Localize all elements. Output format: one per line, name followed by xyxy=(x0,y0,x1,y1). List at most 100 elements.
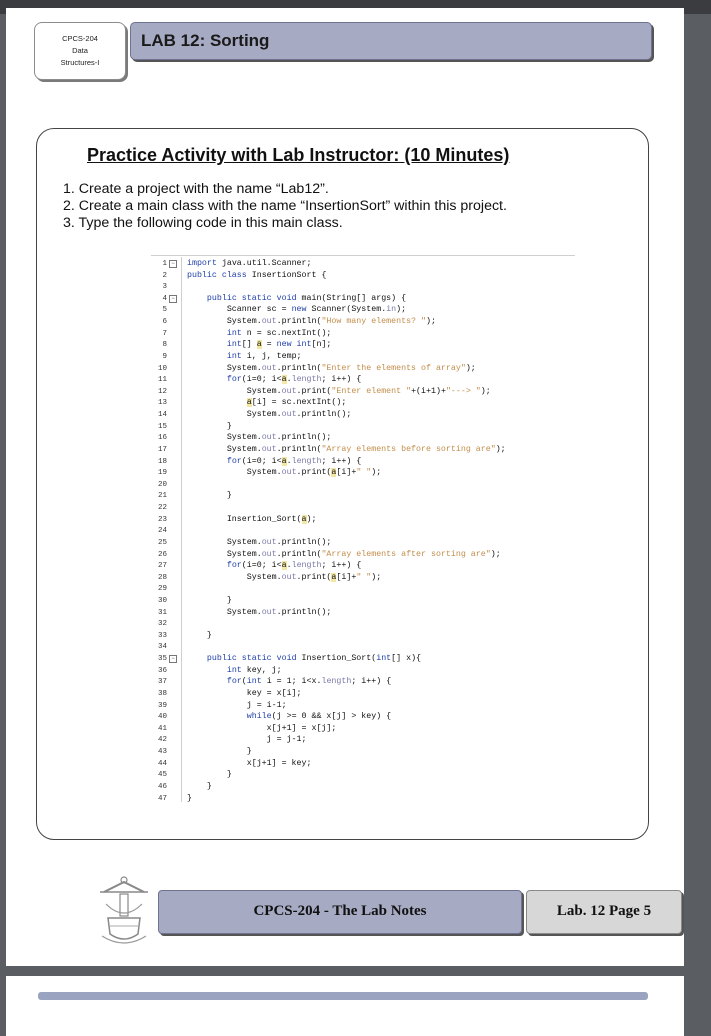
next-page-preview xyxy=(6,976,684,1036)
line-number: 43 xyxy=(157,748,167,757)
code-line: 28 System.out.print(a[i]+" "); xyxy=(151,572,575,584)
code-line: 46 } xyxy=(151,781,575,793)
code-text: System.out.print(a[i]+" "); xyxy=(187,572,382,582)
code-line: 39 j = i-1; xyxy=(151,700,575,712)
line-number: 18 xyxy=(157,457,167,466)
line-number: 3 xyxy=(162,283,167,292)
code-text: System.out.println(); xyxy=(187,537,332,547)
line-number: 45 xyxy=(157,771,167,780)
code-line: 36 int key, j; xyxy=(151,665,575,677)
code-text: j = j-1; xyxy=(187,735,307,745)
line-number: 26 xyxy=(157,550,167,559)
code-line: 5 Scanner sc = new Scanner(System.in); xyxy=(151,304,575,316)
code-line: 11 for(i=0; i<a.length; i++) { xyxy=(151,374,575,386)
code-line: 10 System.out.println("Enter the element… xyxy=(151,363,575,375)
code-text: System.out.print("Enter element "+(i+1)+… xyxy=(187,386,491,396)
line-number: 27 xyxy=(157,562,167,571)
line-number: 6 xyxy=(162,318,167,327)
code-line: 17 System.out.println("Array elements be… xyxy=(151,444,575,456)
code-text: } xyxy=(187,491,232,501)
code-line: 45 } xyxy=(151,769,575,781)
line-number: 9 xyxy=(162,352,167,361)
instruction-step: 2. Create a main class with the name “In… xyxy=(63,198,507,214)
code-line: 19 System.out.print(a[i]+" "); xyxy=(151,467,575,479)
footer-page-number: Lab. 12 Page 5 xyxy=(556,903,652,919)
code-text: System.out.println(); xyxy=(187,433,332,443)
code-text: while(j >= 0 && x[j] > key) { xyxy=(246,712,392,722)
code-top-border xyxy=(151,255,575,256)
line-number: 4 xyxy=(162,294,167,303)
code-line: 31 System.out.println(); xyxy=(151,607,575,619)
code-text: import java.util.Scanner; xyxy=(187,259,312,268)
code-line: 25 System.out.println(); xyxy=(151,537,575,549)
code-line: 20 xyxy=(151,479,575,491)
code-line: 24 xyxy=(151,525,575,537)
code-line: 6 System.out.println("How many elements?… xyxy=(151,316,575,328)
code-line: 3 xyxy=(151,281,575,293)
code-line: 47} xyxy=(151,793,575,805)
line-number: 1 xyxy=(162,260,167,268)
footer-notes-banner: CPCS-204 - The Lab Notes xyxy=(158,890,522,934)
code-text: } xyxy=(187,747,252,757)
code-text: int i, j, temp; xyxy=(226,351,302,361)
line-number: 2 xyxy=(162,271,167,280)
university-logo-icon xyxy=(100,876,148,944)
code-line: 12 System.out.print("Enter element "+(i+… xyxy=(151,386,575,398)
code-line: 1− import java.util.Scanner; xyxy=(151,258,575,270)
line-number: 35 xyxy=(157,655,167,664)
code-line: 15 } xyxy=(151,421,575,433)
line-number: 42 xyxy=(157,736,167,745)
line-number: 40 xyxy=(157,713,167,722)
line-number: 10 xyxy=(157,364,167,373)
fold-toggle-icon: − xyxy=(169,294,177,303)
line-number: 8 xyxy=(162,341,167,350)
code-line: 26 System.out.println("Array elements af… xyxy=(151,549,575,561)
code-line: 34 xyxy=(151,641,575,653)
line-number: 41 xyxy=(157,724,167,733)
line-number: 17 xyxy=(157,445,167,454)
instruction-step: 3. Type the following code in this main … xyxy=(63,215,343,231)
line-number: 32 xyxy=(157,620,167,629)
code-line: 43 } xyxy=(151,746,575,758)
line-number: 33 xyxy=(157,631,167,640)
course-code-line: CPCS-204 xyxy=(62,34,98,43)
code-text: int[] a = new int[n]; xyxy=(226,340,332,350)
instruction-step: 1. Create a project with the name “Lab12… xyxy=(63,181,329,197)
code-line: 42 j = j-1; xyxy=(151,734,575,746)
code-line: 40 while(j >= 0 && x[j] > key) { xyxy=(151,711,575,723)
code-line: 22 xyxy=(151,502,575,514)
code-text: } xyxy=(187,595,232,605)
code-text: int n = sc.nextInt(); xyxy=(226,328,332,338)
document-page: CPCS-204 Data Structures-I LAB 12: Sorti… xyxy=(6,8,684,966)
code-text: for(i=0; i<a.length; i++) { xyxy=(226,561,362,571)
code-text: for(i=0; i<a.length; i++) { xyxy=(226,456,362,466)
code-line: 4− public static void main(String[] args… xyxy=(151,293,575,305)
code-line: 8 int[] a = new int[n]; xyxy=(151,339,575,351)
code-text: } xyxy=(187,781,212,791)
code-text: System.out.print(a[i]+" "); xyxy=(187,468,382,478)
code-text: System.out.println("Array elements befor… xyxy=(187,444,506,454)
code-text: a[i] = sc.nextInt(); xyxy=(246,398,347,408)
line-number: 29 xyxy=(157,585,167,594)
code-text: public static void Insertion_Sort(int[] … xyxy=(206,654,422,664)
code-line: 27 for(i=0; i<a.length; i++) { xyxy=(151,560,575,572)
code-line: 44 x[j+1] = key; xyxy=(151,758,575,770)
code-line: 33 } xyxy=(151,630,575,642)
fold-toggle-icon: − xyxy=(169,260,177,268)
line-number: 44 xyxy=(157,759,167,768)
line-number: 20 xyxy=(157,480,167,489)
code-line: 16 System.out.println(); xyxy=(151,432,575,444)
line-number: 25 xyxy=(157,538,167,547)
code-line: 2 public class InsertionSort { xyxy=(151,270,575,282)
line-number: 21 xyxy=(157,492,167,501)
line-number: 11 xyxy=(157,376,167,385)
line-number: 36 xyxy=(157,666,167,675)
lab-title: LAB 12: Sorting xyxy=(141,31,270,50)
course-code-box: CPCS-204 Data Structures-I xyxy=(34,22,126,80)
code-text: public static void main(String[] args) { xyxy=(206,293,407,303)
code-text: } xyxy=(187,770,232,780)
activity-title: Practice Activity with Lab Instructor: (… xyxy=(87,145,510,165)
line-number: 5 xyxy=(162,306,167,315)
line-number: 34 xyxy=(157,643,167,652)
code-line: 35− public static void Insertion_Sort(in… xyxy=(151,653,575,665)
